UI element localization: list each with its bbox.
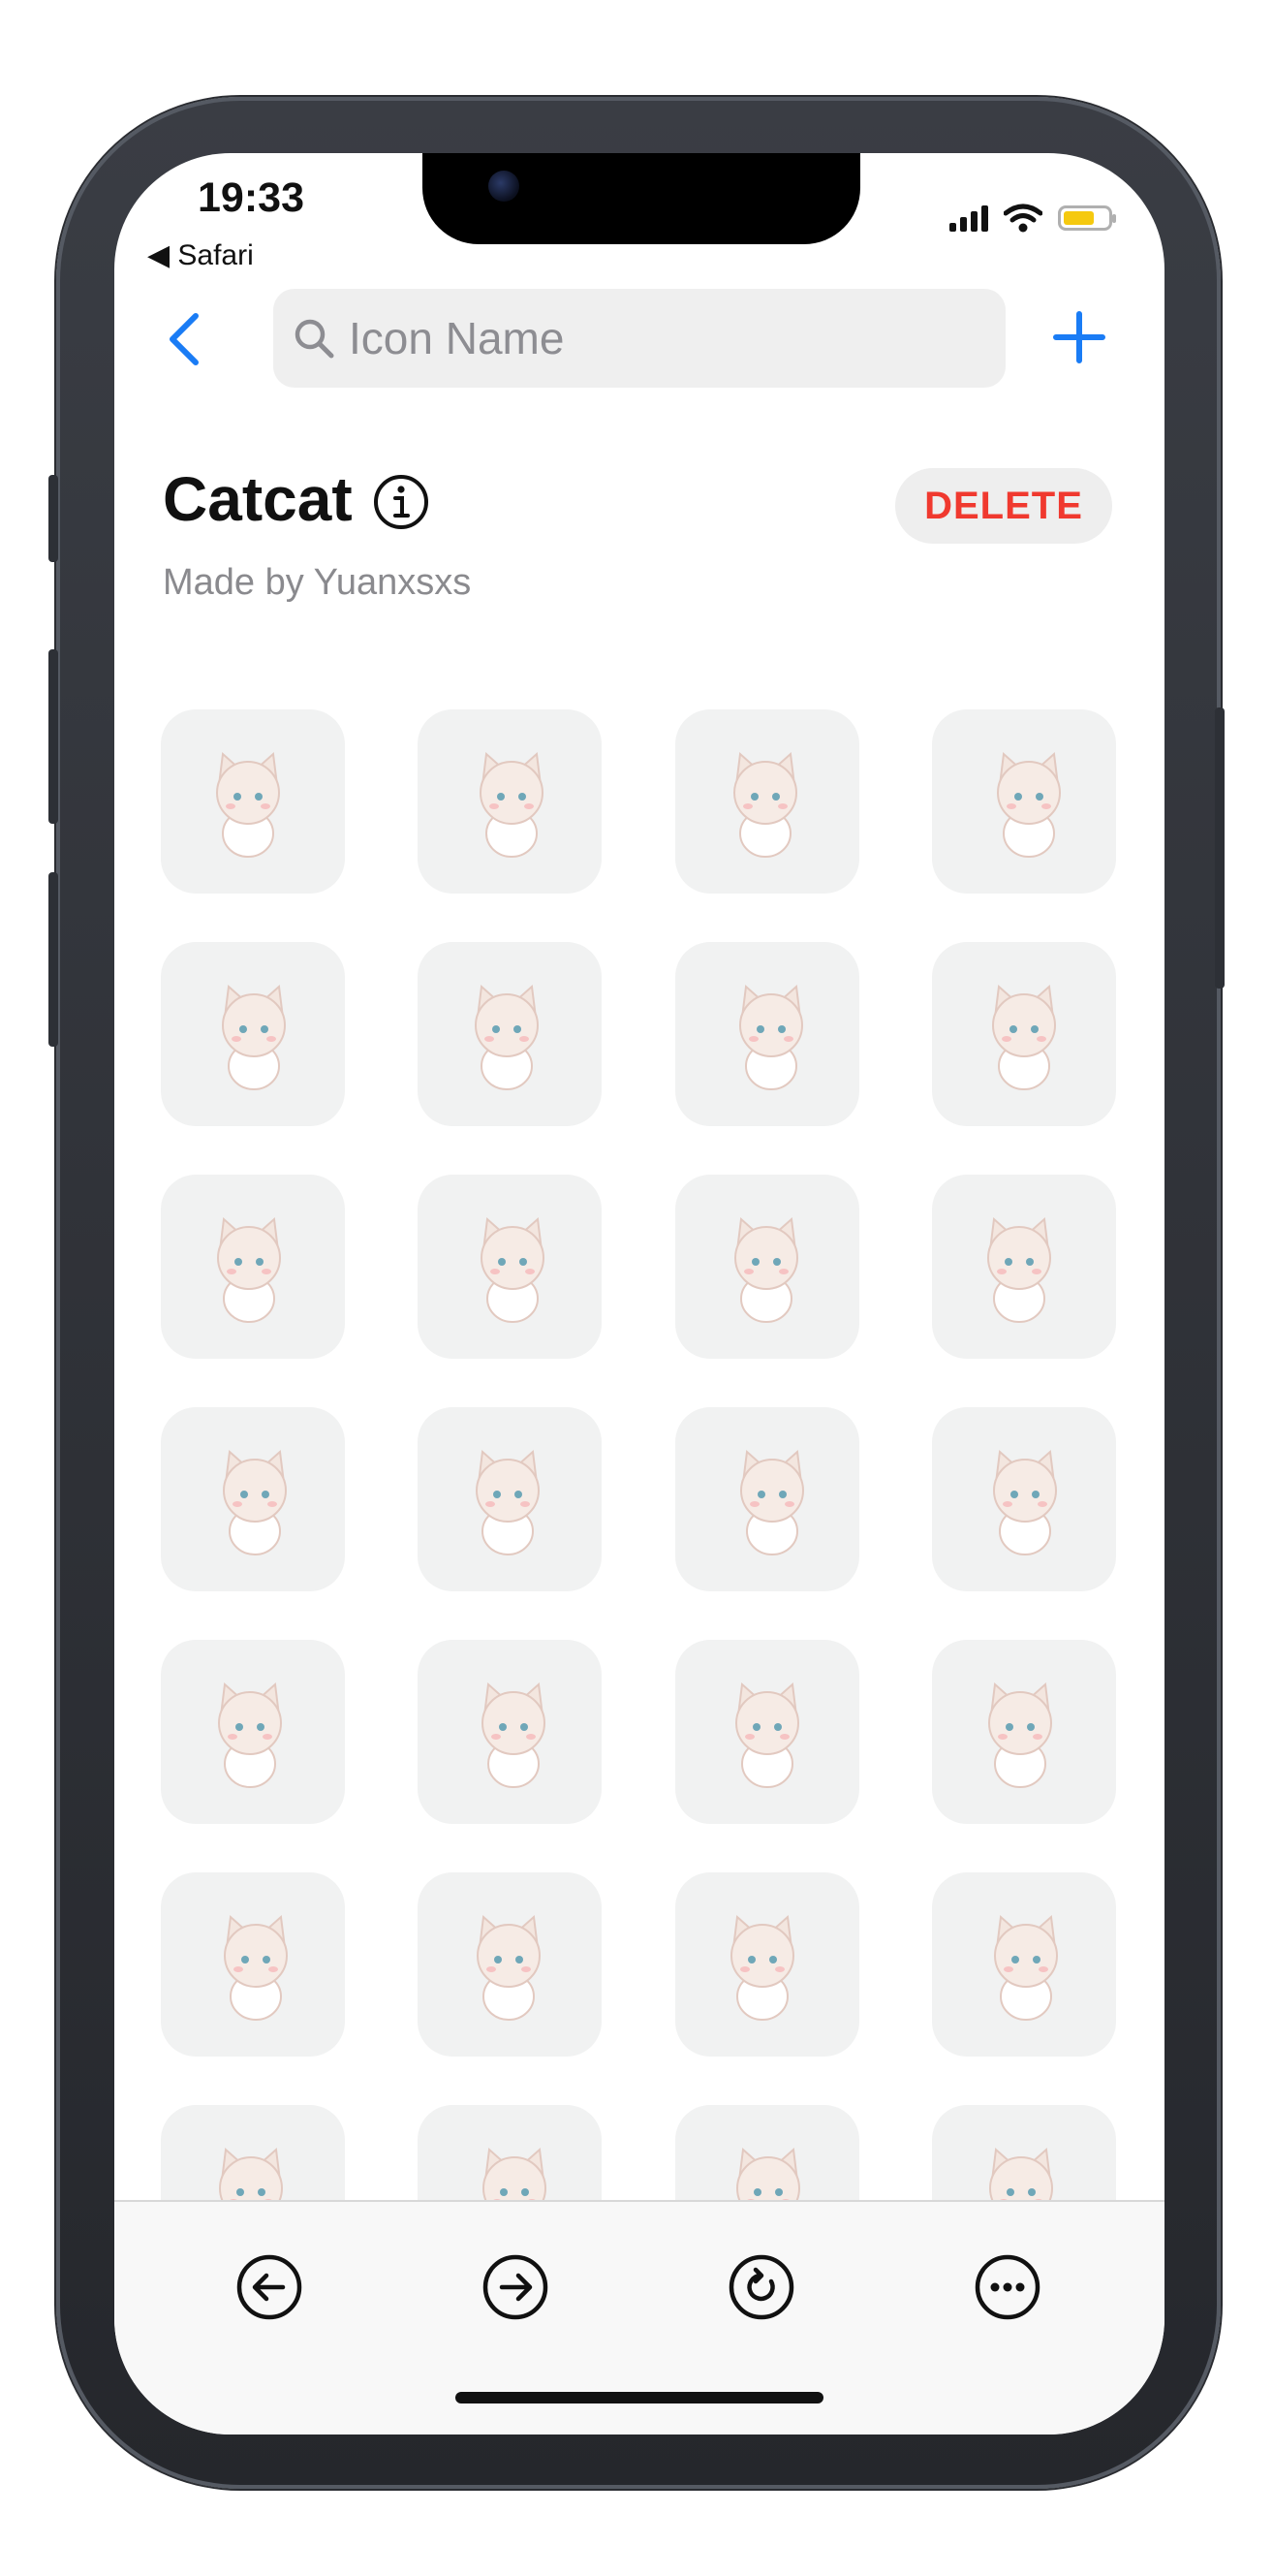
sticker-cat-sparkles[interactable] bbox=[932, 1640, 1116, 1824]
more-icon[interactable] bbox=[971, 2250, 1044, 2324]
sticker-illustration bbox=[222, 984, 286, 1090]
sticker-cat-blanket[interactable] bbox=[932, 942, 1116, 1126]
sticker-cat-lying-chin[interactable] bbox=[161, 709, 345, 894]
search-icon bbox=[295, 319, 334, 359]
screen: 19:33 ◀ Safari Catcat M bbox=[114, 153, 1164, 2435]
sticker-illustration bbox=[740, 1449, 804, 1555]
sticker-cat-sitting-happy[interactable] bbox=[161, 1640, 345, 1824]
side-button-volume-down bbox=[48, 872, 58, 1047]
chevron-left-icon[interactable] bbox=[165, 312, 203, 366]
wifi-icon bbox=[1004, 204, 1042, 233]
sticker-illustration bbox=[216, 751, 280, 858]
back-arrow-icon[interactable] bbox=[233, 2250, 306, 2324]
reload-icon[interactable] bbox=[725, 2250, 798, 2324]
forward-arrow-icon[interactable] bbox=[479, 2250, 552, 2324]
plus-icon[interactable] bbox=[1052, 310, 1106, 364]
sticker-cat-sleeping-pillow[interactable] bbox=[161, 942, 345, 1126]
status-icons bbox=[949, 204, 1116, 233]
sticker-illustration bbox=[223, 1449, 287, 1555]
sticker-cat-standing[interactable] bbox=[932, 709, 1116, 894]
sticker-cat-surprised[interactable] bbox=[932, 1175, 1116, 1359]
side-button-mute bbox=[48, 475, 58, 562]
sticker-cat-thinking[interactable] bbox=[932, 1872, 1116, 2057]
sticker-illustration bbox=[993, 1449, 1057, 1555]
sticker-grid bbox=[161, 709, 1118, 2221]
sticker-illustration bbox=[987, 1216, 1051, 1323]
sticker-illustration bbox=[739, 984, 803, 1090]
sticker-illustration bbox=[730, 1914, 794, 2021]
sticker-illustration bbox=[997, 751, 1061, 858]
sticker-illustration bbox=[994, 1914, 1058, 2021]
sticker-illustration bbox=[481, 1216, 544, 1323]
sticker-milk-bottle[interactable] bbox=[161, 1407, 345, 1591]
sticker-illustration bbox=[477, 1914, 541, 2021]
search-input[interactable] bbox=[347, 311, 971, 365]
sticker-illustration bbox=[992, 984, 1056, 1090]
page-title: Catcat bbox=[163, 464, 353, 534]
sticker-illustration bbox=[218, 1681, 282, 1788]
sticker-cat-sitting-plate[interactable] bbox=[932, 1407, 1116, 1591]
notch bbox=[422, 153, 860, 244]
back-to-app-link[interactable]: ◀ Safari bbox=[147, 238, 254, 272]
sticker-cat-armchair[interactable] bbox=[675, 1872, 859, 2057]
front-camera bbox=[488, 171, 519, 202]
sticker-cat-hearts[interactable] bbox=[418, 1407, 602, 1591]
sticker-cat-hide-wall[interactable] bbox=[675, 1407, 859, 1591]
sticker-illustration bbox=[481, 1681, 545, 1788]
author-subtitle: Made by Yuanxsxs bbox=[163, 562, 472, 603]
sticker-cat-box[interactable] bbox=[161, 1872, 345, 2057]
sticker-cat-crying[interactable] bbox=[675, 709, 859, 894]
sticker-illustration bbox=[735, 1681, 799, 1788]
sticker-illustration bbox=[988, 1681, 1052, 1788]
sticker-cat-peek-wall[interactable] bbox=[418, 1175, 602, 1359]
sticker-illustration bbox=[217, 1216, 281, 1323]
info-icon[interactable] bbox=[372, 473, 430, 531]
sticker-illustration bbox=[733, 751, 797, 858]
sticker-cat-flowers[interactable] bbox=[418, 942, 602, 1126]
sticker-illustration bbox=[224, 1914, 288, 2021]
battery-icon bbox=[1058, 205, 1116, 231]
sticker-cat-peek-sparkle[interactable] bbox=[418, 709, 602, 894]
sticker-cat-waving[interactable] bbox=[675, 1175, 859, 1359]
search-bar[interactable] bbox=[273, 289, 1006, 388]
sticker-illustration bbox=[475, 984, 539, 1090]
cellular-signal-icon bbox=[949, 204, 988, 232]
delete-button[interactable]: DELETE bbox=[895, 468, 1112, 544]
sticker-illustration bbox=[734, 1216, 798, 1323]
status-time: 19:33 bbox=[198, 174, 304, 221]
navigation-bar bbox=[114, 289, 1164, 392]
sticker-cat-dizzy[interactable] bbox=[418, 1872, 602, 2057]
sticker-cat-robot-vacuum[interactable] bbox=[675, 1640, 859, 1824]
sticker-cat-rose[interactable] bbox=[418, 1640, 602, 1824]
sticker-cat-lying-flat[interactable] bbox=[675, 942, 859, 1126]
sticker-illustration bbox=[476, 1449, 540, 1555]
sticker-cat-blush[interactable] bbox=[161, 1175, 345, 1359]
side-button-power bbox=[1215, 707, 1225, 989]
side-button-volume-up bbox=[48, 649, 58, 824]
sticker-illustration bbox=[480, 751, 543, 858]
home-indicator bbox=[455, 2392, 823, 2403]
